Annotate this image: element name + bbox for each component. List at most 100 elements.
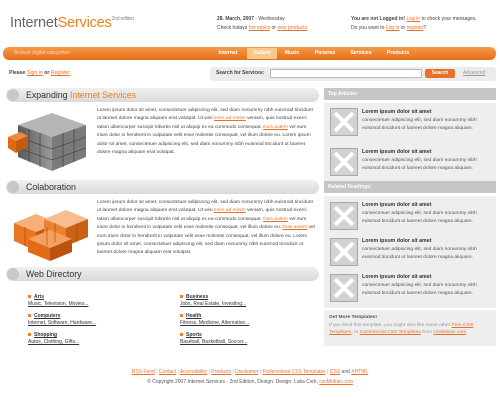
footer-links: RSS Feed | Contact | Accessibility | Pro… bbox=[131, 369, 369, 375]
header-login-link[interactable]: Log in bbox=[386, 25, 400, 31]
date-text: 28. March, 2007 bbox=[217, 16, 254, 22]
section-bullet-icon bbox=[7, 268, 19, 280]
bullet-icon bbox=[180, 295, 183, 299]
image-placeholder-icon bbox=[330, 274, 358, 302]
nav-item-gallery[interactable]: Gallery bbox=[247, 48, 277, 59]
or-text: or bbox=[42, 70, 51, 76]
cssmoban-link[interactable]: cssMoban.com bbox=[433, 330, 466, 335]
enim-link[interactable]: enim ad minim bbox=[214, 208, 246, 213]
article-title[interactable]: Lorem ipsum dolor sit amet bbox=[362, 109, 431, 115]
directory-category-computers: Computers Internet, Software, Hardware... bbox=[28, 313, 96, 327]
enim-link[interactable]: enim ad minim bbox=[214, 116, 246, 121]
bullet-icon bbox=[28, 314, 31, 318]
register-prefix: Do you want to bbox=[351, 25, 386, 31]
bullet-icon bbox=[28, 295, 31, 299]
category-link[interactable]: Business bbox=[186, 294, 208, 300]
reading-text: consectetuer adipiscing elit, sed diam n… bbox=[362, 283, 477, 296]
search-label: Search for Services: bbox=[216, 70, 265, 76]
date-block: 28. March, 2007 - Wednesday Check todays… bbox=[217, 15, 307, 33]
footer-link-xhtml[interactable]: XHTML bbox=[351, 369, 368, 375]
reading-title[interactable]: Lorem ipsum dolor sit amet bbox=[362, 202, 431, 208]
weekday-text: - Wednesday bbox=[253, 16, 285, 22]
get-more-text: If you liked this template, you might al… bbox=[329, 322, 452, 328]
search-button[interactable]: Search bbox=[425, 69, 455, 78]
nav-hint: Browse digital categories bbox=[14, 50, 70, 56]
subcategory-links[interactable]: Internet, Software, Hardware... bbox=[28, 320, 96, 326]
duis-link[interactable]: Duis autem bbox=[263, 217, 288, 222]
duis-link[interactable]: Duis autem bbox=[282, 225, 307, 230]
get-more-end: . bbox=[466, 330, 468, 335]
footer-link-contact[interactable]: Contact bbox=[159, 369, 176, 375]
new-products-link[interactable]: new products bbox=[277, 25, 307, 31]
nav-item-pictures[interactable]: Pictures bbox=[308, 48, 342, 59]
register-mid: or bbox=[399, 25, 407, 31]
category-link[interactable]: Shopping bbox=[34, 332, 57, 338]
duis-link[interactable]: Duis autem bbox=[263, 125, 288, 130]
search-input[interactable] bbox=[270, 69, 422, 78]
section-title-plain: Colaboration bbox=[26, 182, 76, 192]
site-logo[interactable]: InternetServices2nd edition bbox=[10, 15, 134, 31]
article-text: consectetuer adipiscing elit, sed diam n… bbox=[362, 158, 477, 171]
register-suffix: ? bbox=[423, 25, 427, 31]
footer-link-css[interactable]: CSS bbox=[330, 369, 340, 375]
reading-title[interactable]: Lorem ipsum dolor sit amet bbox=[362, 274, 431, 280]
image-placeholder-icon bbox=[330, 202, 358, 230]
register-link[interactable]: Register bbox=[51, 70, 70, 76]
subcategory-links[interactable]: Music, Television, Movies... bbox=[28, 301, 88, 307]
nav-item-music[interactable]: Music bbox=[279, 48, 305, 59]
footer-link-professional[interactable]: Professional CSS Templates bbox=[263, 369, 326, 375]
get-more-mid: , or bbox=[351, 330, 360, 335]
please-text: Please bbox=[9, 70, 27, 76]
bullet-icon bbox=[28, 333, 31, 337]
bullet-icon bbox=[180, 314, 183, 318]
subcategory-links[interactable]: Baseball, Basketball, Soccer... bbox=[180, 339, 247, 345]
footer-link-products[interactable]: Products bbox=[211, 369, 231, 375]
subcategory-links[interactable]: Jobs, Real Estate, Investing... bbox=[180, 301, 246, 307]
section-bullet-icon bbox=[7, 181, 19, 193]
directory-category-sports: Sports Baseball, Basketball, Soccer... bbox=[180, 332, 247, 346]
category-link[interactable]: Health bbox=[186, 313, 201, 319]
reading-text: consectetuer adipiscing elit, sed diam n… bbox=[362, 247, 477, 260]
login-block: You are not Logged in! Log in to check y… bbox=[351, 15, 477, 33]
commercial-css-link[interactable]: Commercial CSS Templates bbox=[360, 330, 421, 335]
get-more-from: from bbox=[420, 330, 434, 335]
check-prefix: Check todays bbox=[217, 25, 249, 31]
directory-category-business: Business Jobs, Real Estate, Investing... bbox=[180, 294, 246, 308]
footer-link-disclaimer[interactable]: Disclaimer bbox=[235, 369, 258, 375]
footer-link-accessibility[interactable]: Accessibility bbox=[180, 369, 207, 375]
copyright-link[interactable]: cssMoban.com bbox=[319, 379, 353, 385]
nav-item-services[interactable]: Services bbox=[343, 48, 379, 59]
signin-prompt: Please Sign in or Register bbox=[9, 70, 70, 76]
image-placeholder-icon bbox=[330, 148, 358, 176]
category-link[interactable]: Arts bbox=[34, 294, 44, 300]
directory-category-arts: Arts Music, Television, Movies... bbox=[28, 294, 88, 308]
login-link[interactable]: Log in bbox=[406, 16, 420, 22]
reading-title[interactable]: Lorem ipsum dolor sit amet bbox=[362, 238, 431, 244]
footer-link-rss[interactable]: RSS Feed bbox=[132, 369, 155, 375]
bullet-icon bbox=[180, 333, 183, 337]
signin-link[interactable]: Sign in bbox=[27, 70, 43, 76]
logo-edition: 2nd edition bbox=[111, 16, 134, 22]
section-title-expanding: Expanding Internet Services bbox=[26, 90, 136, 100]
subcategory-links[interactable]: Fitness, Medicine, Alternative... bbox=[180, 320, 249, 326]
directory-category-health: Health Fitness, Medicine, Alternative... bbox=[180, 313, 249, 327]
image-placeholder-icon bbox=[330, 238, 358, 266]
nav-item-products[interactable]: Products bbox=[380, 48, 416, 59]
directory-title: Web Directory bbox=[26, 269, 82, 279]
footer: RSS Feed | Contact | Accessibility | Pro… bbox=[0, 367, 500, 387]
category-link[interactable]: Sports bbox=[186, 332, 202, 338]
hot-topics-link[interactable]: hot topics bbox=[249, 25, 270, 31]
section-title-accent: Internet Services bbox=[70, 90, 137, 100]
directory-category-shopping: Shopping Autos, Clothing, Gifts... bbox=[28, 332, 79, 346]
related-readings-heading: Related Readings: bbox=[324, 181, 496, 193]
advanced-search-link[interactable]: Advanced bbox=[463, 70, 485, 76]
section-paragraph-1: Lorem ipsum dolor sit amet, consectetuer… bbox=[97, 107, 317, 157]
logo-main: Internet bbox=[10, 15, 58, 31]
category-link[interactable]: Computers bbox=[34, 313, 60, 319]
article-title[interactable]: Lorem ipsum dolor sit amet bbox=[362, 149, 431, 155]
orange-cubes-image bbox=[14, 210, 88, 261]
subcategory-links[interactable]: Autos, Clothing, Gifts... bbox=[28, 339, 79, 345]
header-register-link[interactable]: register bbox=[407, 25, 424, 31]
nav-item-internet[interactable]: Internet bbox=[213, 48, 243, 59]
get-more-title: Get More Templates! bbox=[329, 315, 378, 320]
